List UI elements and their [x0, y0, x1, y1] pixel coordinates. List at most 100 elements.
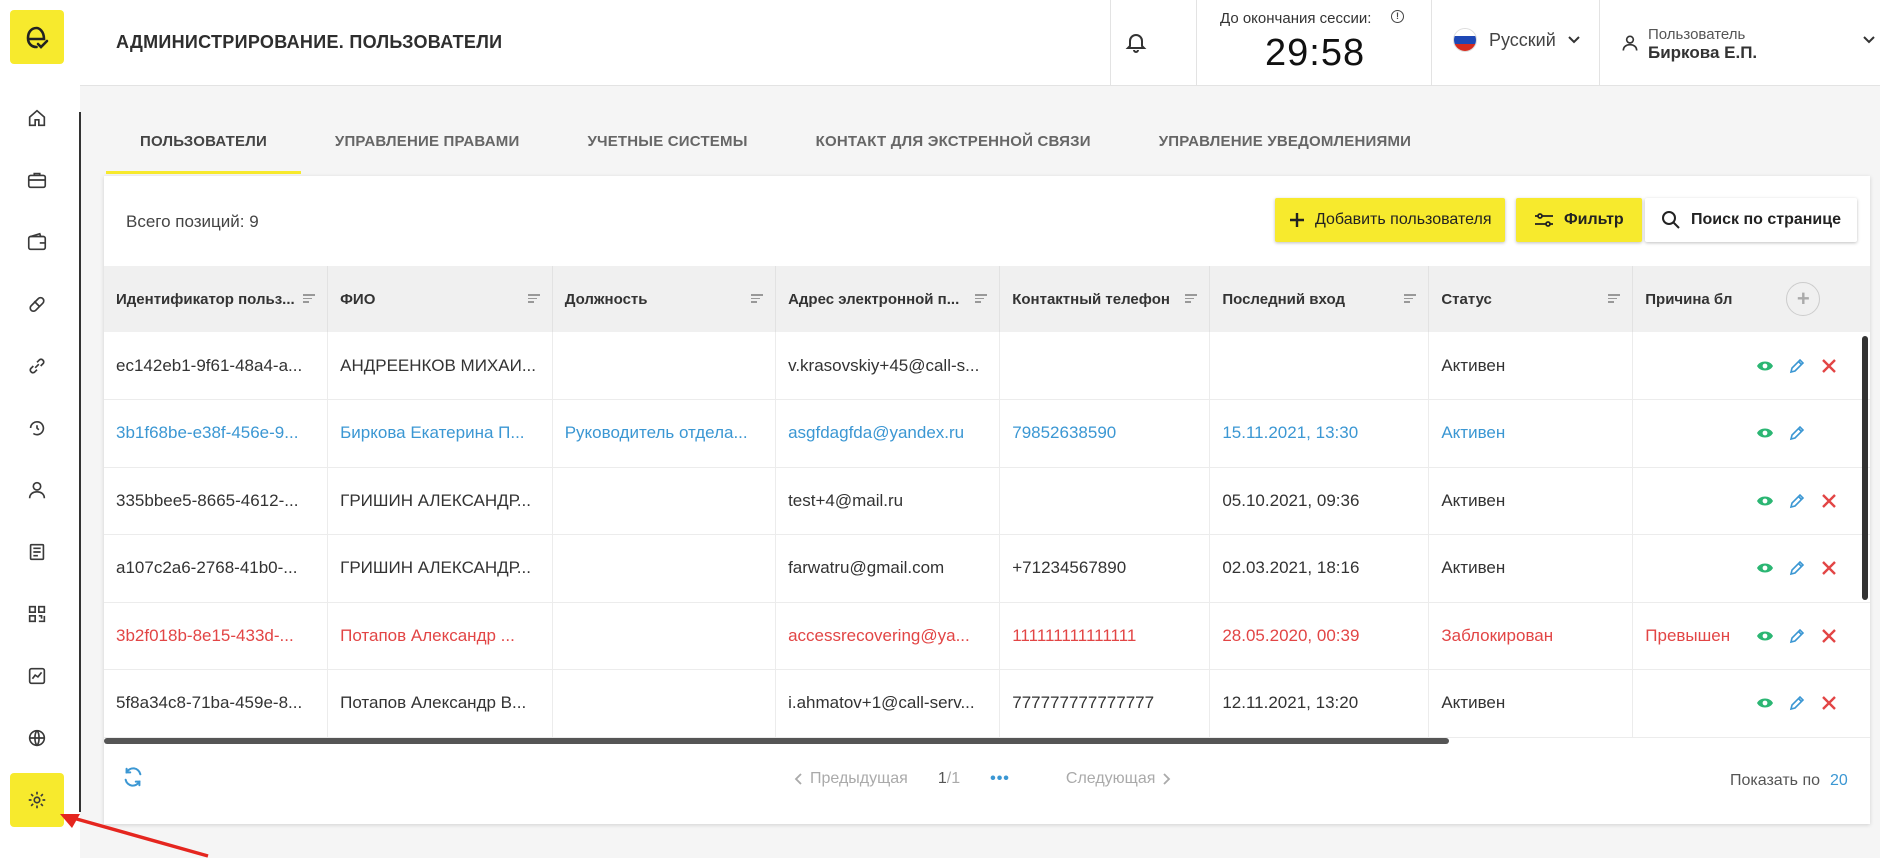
tab-accounting-systems[interactable]: УЧЕТНЫЕ СИСТЕМЫ — [553, 108, 781, 174]
qr-code-icon[interactable] — [18, 595, 56, 633]
language-selector[interactable]: Русский — [1453, 28, 1580, 52]
cell-last-login: 15.11.2021, 13:30 — [1209, 399, 1430, 468]
table-row[interactable]: 3b2f018b-8e15-433d-... Потапов Александр … — [104, 602, 1870, 670]
user-caption: Пользователь — [1648, 26, 1746, 43]
column-header-block-reason[interactable]: Причина бл — [1632, 266, 1745, 332]
delete-icon[interactable] — [1816, 623, 1842, 649]
sort-icon[interactable] — [1185, 294, 1198, 305]
cell-block-reason — [1632, 467, 1745, 535]
delete-icon[interactable] — [1816, 555, 1842, 581]
table-row[interactable]: 335bbee5-8665-4612-... ГРИШИН АЛЕКСАНДР..… — [104, 467, 1870, 535]
page-search-button[interactable]: Поиск по странице — [1645, 198, 1857, 242]
edit-icon[interactable] — [1784, 353, 1810, 379]
plus-icon — [1290, 213, 1304, 227]
edit-icon[interactable] — [1784, 555, 1810, 581]
more-pages-button[interactable]: ••• — [990, 770, 1010, 788]
view-icon[interactable] — [1752, 353, 1778, 379]
sort-icon[interactable] — [751, 294, 764, 305]
info-icon[interactable]: ! — [1391, 10, 1404, 23]
refresh-icon[interactable] — [122, 766, 144, 793]
sort-icon[interactable] — [1608, 294, 1621, 305]
cell-position: Руководитель отдела... — [552, 399, 777, 468]
edit-icon[interactable] — [1784, 488, 1810, 514]
bell-icon[interactable] — [1120, 26, 1152, 58]
tab-users[interactable]: ПОЛЬЗОВАТЕЛИ — [106, 108, 301, 174]
edit-icon[interactable] — [1784, 623, 1810, 649]
user-icon[interactable] — [18, 471, 56, 509]
briefcase-icon[interactable] — [18, 161, 56, 199]
column-header-label: Адрес электронной п... — [788, 290, 960, 308]
chart-icon[interactable] — [18, 657, 56, 695]
sort-icon[interactable] — [303, 294, 316, 305]
filter-label: Фильтр — [1564, 211, 1624, 228]
cell-fullname: ГРИШИН АЛЕКСАНДР... — [327, 467, 553, 535]
view-icon[interactable] — [1752, 555, 1778, 581]
add-user-button[interactable]: Добавить пользователя — [1275, 198, 1506, 242]
link-icon[interactable] — [18, 347, 56, 385]
cell-id: ec142eb1-9f61-48a4-a... — [104, 332, 329, 400]
view-icon[interactable] — [1752, 690, 1778, 716]
column-header-last-login[interactable]: Последний вход — [1209, 266, 1430, 332]
cell-block-reason — [1632, 399, 1745, 468]
delete-icon[interactable] — [1816, 488, 1842, 514]
column-header-status[interactable]: Статус — [1428, 266, 1634, 332]
sort-icon[interactable] — [1404, 294, 1417, 305]
cell-fullname: Потапов Александр В... — [327, 669, 553, 738]
table-row[interactable]: 3b1f68be-e38f-456e-9... Биркова Екатерина… — [104, 399, 1870, 468]
view-icon[interactable] — [1752, 420, 1778, 446]
horizontal-scrollbar[interactable] — [104, 738, 1449, 744]
cell-fullname: АНДРЕЕНКОВ МИХАИ... — [327, 332, 553, 400]
users-card: Всего позиций: 9 Добавить пользователя Ф… — [104, 176, 1870, 824]
view-icon[interactable] — [1752, 623, 1778, 649]
cell-phone — [999, 332, 1211, 400]
cell-email: v.krasovskiy+45@call-s... — [775, 332, 1001, 400]
column-header-email[interactable]: Адрес электронной п... — [775, 266, 1001, 332]
prev-page-button[interactable]: Предыдущая — [794, 770, 908, 788]
sort-icon[interactable] — [975, 294, 988, 305]
table-row[interactable]: a107c2a6-2768-41b0-... ГРИШИН АЛЕКСАНДР..… — [104, 534, 1870, 603]
pill-icon[interactable] — [18, 285, 56, 323]
column-header-label: Причина бл — [1645, 290, 1733, 308]
tab-emergency-contact[interactable]: КОНТАКТ ДЛЯ ЭКСТРЕННОЙ СВЯЗИ — [782, 108, 1125, 174]
tab-notifications[interactable]: УПРАВЛЕНИЕ УВЕДОМЛЕНИЯМИ — [1125, 108, 1445, 174]
edit-icon[interactable] — [1784, 690, 1810, 716]
globe-icon[interactable] — [18, 719, 56, 757]
column-header-position[interactable]: Должность — [552, 266, 777, 332]
delete-icon[interactable] — [1816, 690, 1842, 716]
table-row[interactable]: 5f8a34c8-71ba-459e-8... Потапов Александр… — [104, 669, 1870, 738]
add-column-button[interactable]: + — [1786, 282, 1821, 316]
cell-position — [552, 332, 777, 400]
column-header-phone[interactable]: Контактный телефон — [999, 266, 1211, 332]
cell-last-login — [1209, 332, 1430, 400]
view-icon[interactable] — [1752, 488, 1778, 514]
user-menu[interactable]: Пользователь Биркова Е.П. — [1620, 24, 1875, 64]
delete-icon[interactable] — [1816, 353, 1842, 379]
column-header-label: Идентификатор польз... — [116, 290, 295, 308]
page-title: АДМИНИСТРИРОВАНИЕ. ПОЛЬЗОВАТЕЛИ — [116, 32, 503, 52]
table-row[interactable]: ec142eb1-9f61-48a4-a... АНДРЕЕНКОВ МИХАИ.… — [104, 332, 1870, 400]
cell-status: Активен — [1428, 669, 1634, 738]
cell-id: 5f8a34c8-71ba-459e-8... — [104, 669, 329, 738]
page-search-label: Поиск по странице — [1691, 211, 1841, 228]
history-icon[interactable] — [18, 409, 56, 447]
cell-id: 3b1f68be-e38f-456e-9... — [104, 399, 329, 468]
vertical-scrollbar[interactable] — [1862, 336, 1868, 600]
column-header-id[interactable]: Идентификатор польз... — [104, 266, 329, 332]
app-logo[interactable] — [10, 10, 64, 64]
document-list-icon[interactable] — [18, 533, 56, 571]
annotation-arrow-icon — [60, 814, 209, 858]
per-page-label: Показать по — [1730, 772, 1821, 789]
user-name: Биркова Е.П. — [1648, 43, 1758, 62]
edit-icon[interactable] — [1784, 420, 1810, 446]
wallet-icon[interactable] — [18, 223, 56, 261]
column-header-fullname[interactable]: ФИО — [327, 266, 553, 332]
sort-icon[interactable] — [527, 294, 540, 305]
per-page-select[interactable]: 20 — [1830, 772, 1848, 789]
home-icon[interactable] — [18, 99, 56, 137]
filter-button[interactable]: Фильтр — [1516, 198, 1642, 242]
gear-icon[interactable] — [10, 773, 64, 827]
tab-rights-management[interactable]: УПРАВЛЕНИЕ ПРАВАМИ — [301, 108, 554, 174]
header-divider — [1110, 0, 1111, 86]
next-page-button[interactable]: Следующая — [1066, 770, 1172, 788]
total-pages: /1 — [946, 770, 961, 787]
